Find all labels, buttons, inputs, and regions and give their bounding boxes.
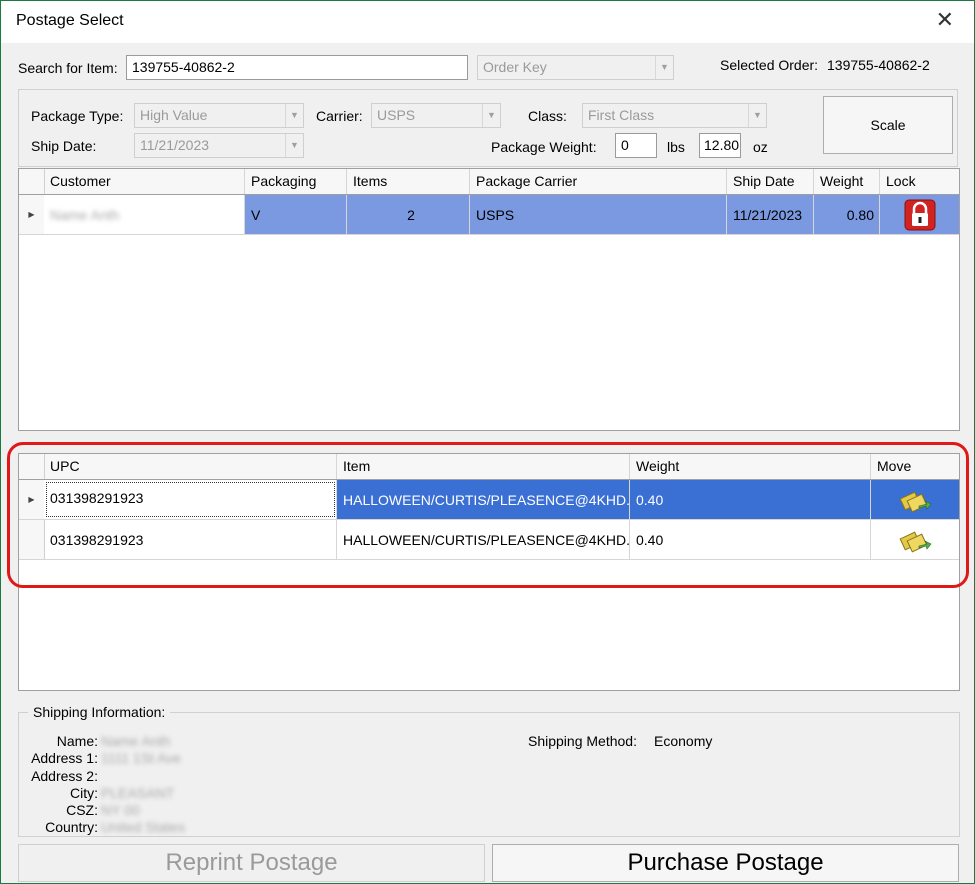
row-header-corner xyxy=(19,454,45,479)
close-icon[interactable]: ✕ xyxy=(936,7,954,33)
selected-order-label: Selected Order: xyxy=(720,57,819,73)
shipping-info-legend: Shipping Information: xyxy=(28,704,171,720)
weight-cell: 0.80 xyxy=(814,195,880,234)
col-item[interactable]: Item xyxy=(337,454,630,479)
items-grid: UPC Item Weight Move ▶ 031398291923 HALL… xyxy=(18,453,960,691)
carrier-value: USPS xyxy=(377,107,416,123)
item-weight-cell: 0.40 xyxy=(630,480,871,519)
package-type-select[interactable]: High Value ▼ xyxy=(134,103,304,128)
ship-date-value: 11/21/2023 xyxy=(140,137,210,153)
row-header-corner xyxy=(19,169,45,194)
package-type-value: High Value xyxy=(140,107,208,123)
table-row[interactable]: ▶ Name Anth V 2 USPS 11/21/2023 0.80 xyxy=(19,195,959,235)
items-cell: 2 xyxy=(347,195,470,234)
address2-label: Address 2: xyxy=(31,768,98,784)
row-indicator-icon: ▶ xyxy=(19,480,45,519)
class-select[interactable]: First Class ▼ xyxy=(582,103,767,128)
col-upc[interactable]: UPC xyxy=(44,454,337,479)
selected-order-value: 139755-40862-2 xyxy=(827,57,930,73)
purchase-postage-button[interactable]: Purchase Postage xyxy=(492,844,959,882)
title-bar: Postage Select ✕ xyxy=(1,1,974,43)
item-cell: HALLOWEEN/CURTIS/PLEASENCE@4KHD... xyxy=(337,480,630,519)
chevron-down-icon: ▼ xyxy=(655,56,673,79)
reprint-postage-button[interactable]: Reprint Postage xyxy=(18,844,485,882)
col-package-carrier[interactable]: Package Carrier xyxy=(470,169,727,194)
search-input[interactable]: 139755-40862-2 xyxy=(126,55,468,80)
ship-date-cell: 11/21/2023 xyxy=(727,195,814,234)
search-label: Search for Item: xyxy=(18,60,118,76)
col-item-weight[interactable]: Weight xyxy=(630,454,871,479)
name-label: Name: xyxy=(56,733,98,749)
packaging-cell: V xyxy=(245,195,347,234)
order-key-select[interactable]: Order Key ▼ xyxy=(477,55,674,80)
customer-cell: Name Anth xyxy=(44,195,245,234)
upc-cell: 031398291923 xyxy=(44,520,337,559)
col-move[interactable]: Move xyxy=(871,454,959,479)
table-row[interactable]: ▶ 031398291923 HALLOWEEN/CURTIS/PLEASENC… xyxy=(19,480,959,520)
csz-value: NY 00 xyxy=(101,802,140,818)
postage-select-window: Postage Select ✕ Search for Item: 139755… xyxy=(0,0,975,884)
window-title: Postage Select xyxy=(16,12,124,29)
csz-label: CSZ: xyxy=(66,802,98,818)
lock-icon[interactable] xyxy=(903,198,937,234)
package-carrier-cell: USPS xyxy=(470,195,727,234)
col-items[interactable]: Items xyxy=(347,169,470,194)
package-type-label: Package Type: xyxy=(31,108,124,124)
package-weight-label: Package Weight: xyxy=(491,139,597,155)
address1-value: 1111 1St Ave xyxy=(101,750,181,766)
chevron-down-icon: ▼ xyxy=(482,104,500,127)
address1-label: Address 1: xyxy=(31,750,98,766)
move-cell xyxy=(871,480,959,519)
col-ship-date[interactable]: Ship Date xyxy=(727,169,814,194)
oz-unit-label: oz xyxy=(753,139,768,155)
class-label: Class: xyxy=(528,108,567,124)
item-weight-cell: 0.40 xyxy=(630,520,871,559)
carrier-select[interactable]: USPS ▼ xyxy=(371,103,501,128)
country-label: Country: xyxy=(45,819,98,835)
lock-cell xyxy=(880,195,959,234)
item-cell: HALLOWEEN/CURTIS/PLEASENCE@4KHD... xyxy=(337,520,630,559)
move-icon[interactable] xyxy=(899,486,933,517)
shipping-method-label: Shipping Method: xyxy=(528,733,637,749)
items-grid-header: UPC Item Weight Move xyxy=(19,454,959,480)
weight-oz-input[interactable]: 12.80 xyxy=(699,133,741,158)
col-lock[interactable]: Lock xyxy=(880,169,959,194)
city-value: PLEASANT xyxy=(101,785,175,801)
ship-date-label: Ship Date: xyxy=(31,138,97,154)
scale-button[interactable]: Scale xyxy=(823,96,953,154)
ship-date-picker[interactable]: 11/21/2023 ▼ xyxy=(134,133,304,158)
move-cell xyxy=(871,520,959,559)
col-weight[interactable]: Weight xyxy=(814,169,880,194)
row-indicator-icon: ▶ xyxy=(19,195,45,234)
orders-grid-header: Customer Packaging Items Package Carrier… xyxy=(19,169,959,195)
row-indicator xyxy=(19,520,45,559)
table-row[interactable]: 031398291923 HALLOWEEN/CURTIS/PLEASENCE@… xyxy=(19,520,959,560)
move-icon[interactable] xyxy=(899,526,933,557)
carrier-label: Carrier: xyxy=(316,108,363,124)
lbs-unit-label: lbs xyxy=(667,139,685,155)
class-value: First Class xyxy=(588,107,655,123)
shipping-method-value: Economy xyxy=(654,733,713,749)
chevron-down-icon: ▼ xyxy=(285,104,303,127)
name-value: Name Anth xyxy=(101,733,171,749)
col-customer[interactable]: Customer xyxy=(44,169,245,194)
customer-name: Name Anth xyxy=(50,207,120,223)
chevron-down-icon: ▼ xyxy=(748,104,766,127)
orders-grid: Customer Packaging Items Package Carrier… xyxy=(18,168,960,431)
col-packaging[interactable]: Packaging xyxy=(245,169,347,194)
city-label: City: xyxy=(70,785,98,801)
chevron-down-icon: ▼ xyxy=(285,134,303,157)
upc-cell: 031398291923 xyxy=(44,480,337,519)
order-key-placeholder: Order Key xyxy=(483,59,547,75)
weight-lbs-input[interactable]: 0 xyxy=(615,133,657,158)
country-value: United States xyxy=(101,819,186,835)
